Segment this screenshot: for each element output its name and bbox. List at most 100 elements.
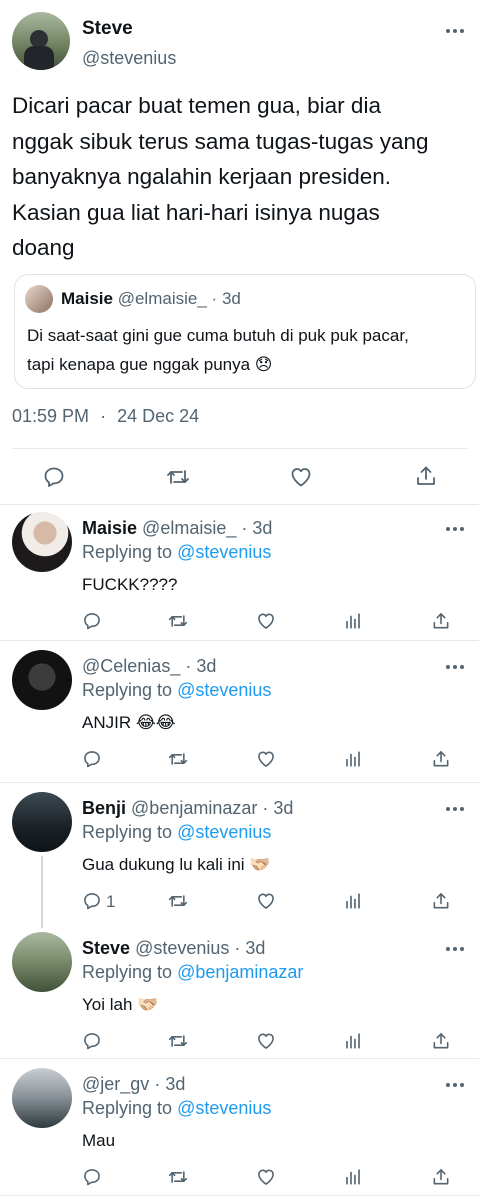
reply-text: FUCKK???? (82, 575, 178, 594)
reply-icon[interactable] (82, 1167, 102, 1187)
divider (12, 448, 467, 449)
divider (0, 640, 479, 641)
replying-to-label: Replying to (82, 822, 173, 842)
reply-count: 1 (106, 892, 116, 911)
views-icon[interactable] (344, 892, 362, 910)
like-icon[interactable] (256, 891, 276, 911)
views-icon[interactable] (344, 1032, 362, 1050)
replying-to-link[interactable]: @stevenius (177, 542, 271, 562)
separator-dot: · (185, 656, 192, 676)
reply-icon[interactable] (82, 1031, 102, 1051)
reply-author-name[interactable]: Maisie (82, 518, 137, 538)
reply-text: Mau (82, 1131, 116, 1150)
replying-to-link[interactable]: @benjaminazar (177, 962, 303, 982)
replying-to-line: Replying to @stevenius (82, 680, 271, 701)
reply-author-handle[interactable]: @Celenias_ (82, 656, 180, 676)
quote-text: Di saat-saat gini gue cuma butuh di puk … (27, 326, 409, 374)
replying-to-label: Replying to (82, 962, 173, 982)
like-icon[interactable] (256, 1031, 276, 1051)
views-icon[interactable] (344, 750, 362, 768)
main-avatar[interactable] (12, 12, 70, 70)
reply-author-handle[interactable]: @elmaisie_ (142, 518, 236, 538)
share-icon[interactable] (431, 1167, 451, 1187)
reply-author-handle[interactable]: @stevenius (135, 938, 229, 958)
reply-timestamp[interactable]: 3d (196, 656, 216, 676)
replying-to-label: Replying to (82, 542, 173, 562)
reply-avatar[interactable] (12, 512, 72, 572)
reply-author-handle[interactable]: @benjaminazar (131, 798, 257, 818)
replying-to-label: Replying to (82, 680, 173, 700)
quote-author-handle: @elmaisie_ (117, 289, 207, 308)
thread-connector-line (41, 856, 43, 928)
reply-author-handle[interactable]: @jer_gv (82, 1074, 149, 1094)
separator-dot: · (211, 289, 218, 308)
share-icon[interactable] (431, 749, 451, 769)
more-icon[interactable] (446, 664, 464, 670)
replying-to-link[interactable]: @stevenius (177, 1098, 271, 1118)
replying-to-label: Replying to (82, 1098, 173, 1118)
author-handle[interactable]: @stevenius (82, 48, 176, 69)
reply-timestamp[interactable]: 3d (245, 938, 265, 958)
more-icon[interactable] (446, 806, 464, 812)
reply-header: @Celenias_ · 3d (82, 656, 216, 677)
more-icon[interactable] (446, 946, 464, 952)
separator-dot: · (262, 798, 269, 818)
retweet-icon[interactable] (167, 891, 189, 911)
replying-to-line: Replying to @stevenius (82, 1098, 271, 1119)
reply-avatar[interactable] (12, 1068, 72, 1128)
tweet-text: Dicari pacar buat temen gua, biar dia ng… (12, 93, 429, 260)
replying-to-link[interactable]: @stevenius (177, 680, 271, 700)
retweet-icon[interactable] (167, 1031, 189, 1051)
retweet-icon[interactable] (167, 611, 189, 631)
separator-dot: · (241, 518, 248, 538)
like-icon[interactable] (256, 749, 276, 769)
quote-tweet-card[interactable]: Maisie @elmaisie_ · 3d Di saat-saat gini… (14, 274, 476, 389)
share-icon[interactable] (431, 1031, 451, 1051)
author-name[interactable]: Steve (82, 18, 133, 40)
reply-timestamp[interactable]: 3d (252, 518, 272, 538)
tweet-timestamp[interactable]: 01:59 PM · 24 Dec 24 (12, 406, 199, 427)
divider (0, 504, 479, 505)
like-icon[interactable] (289, 465, 313, 489)
replying-to-line: Replying to @stevenius (82, 822, 271, 843)
views-icon[interactable] (344, 1168, 362, 1186)
reply-avatar[interactable] (12, 650, 72, 710)
reply-header: Maisie @elmaisie_ · 3d (82, 518, 272, 539)
divider (0, 1195, 479, 1196)
replying-to-line: Replying to @benjaminazar (82, 962, 303, 983)
reply-author-name[interactable]: Benji (82, 798, 126, 818)
reply-avatar[interactable] (12, 792, 72, 852)
quote-author-name: Maisie (61, 289, 113, 308)
reply-timestamp[interactable]: 3d (273, 798, 293, 818)
retweet-icon[interactable] (167, 749, 189, 769)
share-icon[interactable] (414, 464, 438, 488)
reply-icon[interactable] (82, 749, 102, 769)
reply-timestamp[interactable]: 3d (165, 1074, 185, 1094)
like-icon[interactable] (256, 611, 276, 631)
more-icon[interactable] (446, 526, 464, 532)
share-icon[interactable] (431, 891, 451, 911)
reply-text: Yoi lah 🫱🏻‍🫲🏼 (82, 995, 159, 1014)
reply-text: Gua dukung lu kali ini 🫱🏻‍🫲🏼 (82, 855, 271, 874)
retweet-icon[interactable] (167, 1167, 189, 1187)
replying-to-link[interactable]: @stevenius (177, 822, 271, 842)
reply-avatar[interactable] (12, 932, 72, 992)
reply-author-name[interactable]: Steve (82, 938, 130, 958)
more-icon[interactable] (446, 1082, 464, 1088)
reply-text: ANJIR 😂😂 (82, 713, 176, 732)
views-icon[interactable] (344, 612, 362, 630)
reply-icon[interactable] (82, 891, 102, 911)
share-icon[interactable] (431, 611, 451, 631)
divider (0, 782, 479, 783)
reply-icon[interactable] (82, 611, 102, 631)
like-icon[interactable] (256, 1167, 276, 1187)
replying-to-line: Replying to @stevenius (82, 542, 271, 563)
quote-timestamp: 3d (221, 289, 241, 308)
more-icon[interactable] (446, 28, 464, 34)
quote-avatar (25, 285, 53, 313)
reply-icon[interactable] (42, 465, 66, 489)
retweet-icon[interactable] (165, 465, 191, 489)
divider (0, 1058, 479, 1059)
separator-dot: · (234, 938, 241, 958)
separator-dot: · (100, 406, 107, 426)
